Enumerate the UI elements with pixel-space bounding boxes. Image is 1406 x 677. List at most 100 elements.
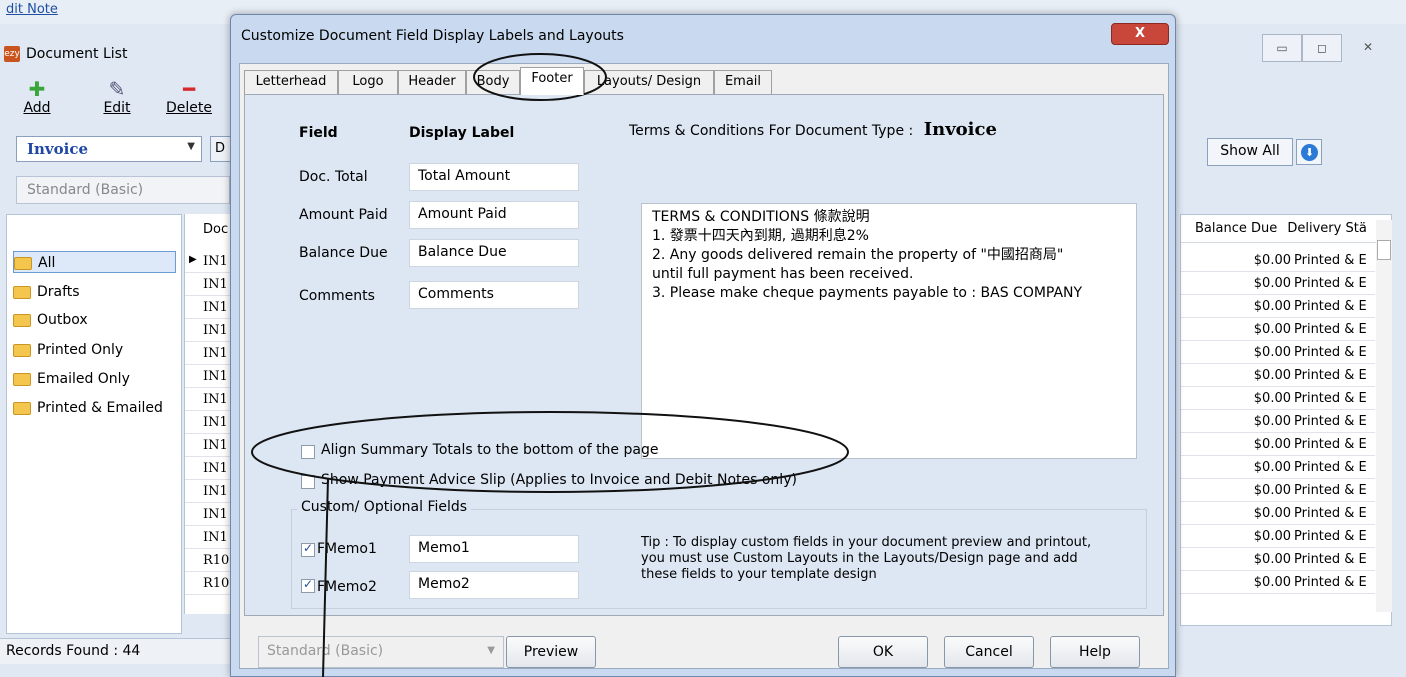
terms-textarea[interactable]: TERMS & CONDITIONS 條款說明 1. 發票十四天內到期, 過期利… [641,203,1137,459]
customize-dialog: Customize Document Field Display Labels … [230,14,1176,677]
delivery-status-header[interactable]: Delivery Stä [1287,221,1366,236]
grid-header: Balance Due Delivery Stä [1181,215,1391,243]
folder-outbox[interactable]: Outbox [13,309,88,331]
tab-footer[interactable]: Footer [520,67,584,95]
terms-line: 2. Any goods delivered remain the proper… [652,247,1064,263]
tab-letterhead[interactable]: Letterhead [244,70,338,94]
folder-printed-only[interactable]: Printed Only [13,339,123,361]
table-row[interactable]: $0.00 Printed & E [1181,479,1375,502]
table-row[interactable]: $0.00 Printed & E [1181,456,1375,479]
balance-cell: $0.00 [1253,276,1291,291]
fmemo1-checkbox[interactable] [301,541,315,557]
doc-row[interactable]: IN1 [185,503,233,526]
doc-row[interactable]: IN1 [185,434,233,457]
download-button[interactable]: ⬇ [1296,139,1322,165]
tab-header[interactable]: Header [398,70,466,94]
edit-button[interactable]: ✎ Edit [90,78,144,128]
doc-row[interactable]: IN1 [185,457,233,480]
doc-row[interactable]: IN1 [185,250,233,273]
doc-row[interactable]: IN1 [185,365,233,388]
fmemo2-checkbox[interactable] [301,577,315,593]
add-button[interactable]: ✚ Add [10,78,64,128]
folder-all[interactable]: All [13,251,177,273]
balance-cell: $0.00 [1253,529,1291,544]
layout-template-value: Standard (Basic) [267,643,384,659]
delivery-cell: Printed & E [1294,391,1367,406]
table-row[interactable]: $0.00 Printed & E [1181,525,1375,548]
display-label-column-header: Display Label [409,125,515,141]
folder-emailed-only[interactable]: Emailed Only [13,368,130,390]
delivery-cell: Printed & E [1294,276,1367,291]
tab-body[interactable]: Body [466,70,520,94]
folder-printed-emailed[interactable]: Printed & Emailed [13,397,163,419]
show-all-button[interactable]: Show All [1207,138,1293,166]
table-row[interactable]: $0.00 Printed & E [1181,272,1375,295]
balance-cell: $0.00 [1253,460,1291,475]
table-row[interactable]: $0.00 Printed & E [1181,295,1375,318]
terms-line: 1. 發票十四天內到期, 過期利息2% [652,228,869,244]
fmemo2-input[interactable]: Memo2 [409,571,579,599]
vertical-scrollbar[interactable] [1376,220,1392,612]
doc-total-label-input[interactable]: Total Amount [409,163,579,191]
maximize-icon[interactable]: ◻ [1302,34,1342,62]
arrow-down-circle-icon: ⬇ [1301,144,1318,161]
breadcrumb-link[interactable]: dit Note [6,2,58,17]
doc-row[interactable]: R10 [185,572,233,595]
fmemo1-label: FMemo1 [317,541,377,557]
layout-select[interactable]: Standard (Basic) [16,176,230,204]
align-totals-label: Align Summary Totals to the bottom of th… [321,442,659,458]
close-icon[interactable]: X [1111,23,1169,45]
terms-line: TERMS & CONDITIONS 條款說明 [652,209,870,225]
help-button[interactable]: Help [1050,636,1140,668]
delivery-cell: Printed & E [1294,253,1367,268]
cancel-button[interactable]: Cancel [944,636,1034,668]
table-row[interactable]: $0.00 Printed & E [1181,341,1375,364]
doc-row[interactable]: IN1 [185,388,233,411]
balance-cell: $0.00 [1253,437,1291,452]
custom-fields-legend: Custom/ Optional Fields [297,499,472,515]
layout-template-select[interactable]: Standard (Basic) ▼ [258,636,504,668]
fmemo1-input[interactable]: Memo1 [409,535,579,563]
minimize-icon[interactable]: ▭ [1262,34,1302,62]
align-totals-checkbox[interactable] [301,445,315,459]
doc-row[interactable]: IN1 [185,411,233,434]
tab-layouts-design[interactable]: Layouts/ Design [584,70,714,94]
payment-advice-label: Show Payment Advice Slip (Applies to Inv… [321,472,797,488]
table-row[interactable]: $0.00 Printed & E [1181,433,1375,456]
balance-due-header[interactable]: Balance Due [1195,221,1277,236]
preview-button[interactable]: Preview [506,636,596,668]
doc-row[interactable]: IN1 [185,526,233,549]
d-button[interactable]: D [210,136,232,162]
table-row[interactable]: $0.00 Printed & E [1181,410,1375,433]
table-row[interactable]: $0.00 Printed & E [1181,571,1375,594]
tab-logo[interactable]: Logo [338,70,398,94]
table-row[interactable]: $0.00 Printed & E [1181,318,1375,341]
doc-row[interactable]: IN1 [185,342,233,365]
close-icon[interactable]: ✕ [1348,34,1388,62]
tab-email[interactable]: Email [714,70,772,94]
balance-due-label-input[interactable]: Balance Due [409,239,579,267]
folder-drafts[interactable]: Drafts [13,281,80,303]
delivery-cell: Printed & E [1294,460,1367,475]
doc-row[interactable]: IN1 [185,319,233,342]
doc-row[interactable]: IN1 [185,480,233,503]
doc-column-header[interactable]: Doc [185,222,233,246]
ok-button[interactable]: OK [838,636,928,668]
table-row[interactable]: $0.00 Printed & E [1181,502,1375,525]
table-row[interactable]: $0.00 Printed & E [1181,387,1375,410]
terms-doc-type: Invoice [923,119,997,140]
document-type-select[interactable]: Invoice ▼ [16,136,202,162]
delivery-cell: Printed & E [1294,414,1367,429]
delivery-cell: Printed & E [1294,368,1367,383]
table-row[interactable]: $0.00 Printed & E [1181,249,1375,272]
payment-advice-checkbox[interactable] [301,475,315,489]
doc-row[interactable]: R10 [185,549,233,572]
table-row[interactable]: $0.00 Printed & E [1181,548,1375,571]
table-row[interactable]: $0.00 Printed & E [1181,364,1375,387]
amount-paid-label-input[interactable]: Amount Paid [409,201,579,229]
scrollbar-thumb[interactable] [1377,240,1391,260]
delete-button[interactable]: ━ Delete [162,78,216,128]
comments-label-input[interactable]: Comments [409,281,579,309]
doc-row[interactable]: IN1 [185,296,233,319]
doc-row[interactable]: IN1 [185,273,233,296]
